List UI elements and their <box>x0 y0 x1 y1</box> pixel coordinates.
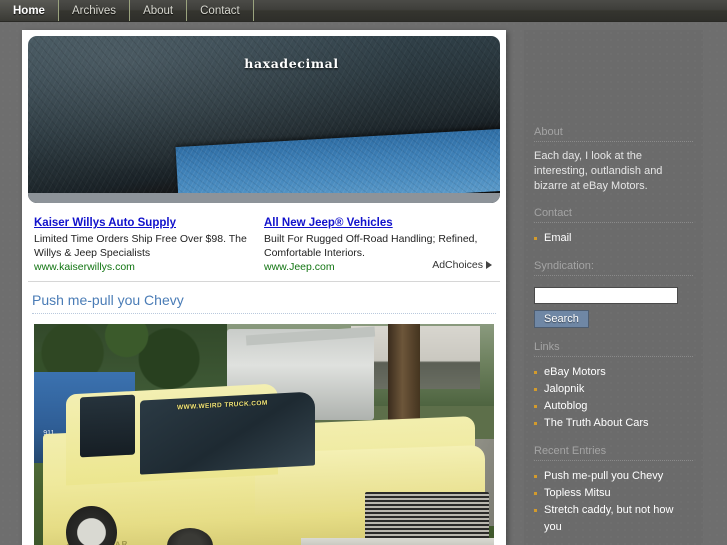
post-title-link[interactable]: Push me-pull you Chevy <box>32 292 496 314</box>
nav-filler <box>254 0 727 21</box>
nav-item-home-label: Home <box>13 4 45 17</box>
sidebar-link-autoblog[interactable]: Autoblog <box>534 398 693 415</box>
nav-item-about-label: About <box>143 4 174 17</box>
main-content-column: haxadecimal Kaiser Willys Auto Supply Li… <box>22 30 506 545</box>
sidebar-recent-entry-2[interactable]: Topless Mitsu <box>534 485 693 502</box>
post-photo: 911 WWW.WEIRD TRUCK.COM GRILL & BAR <box>34 324 494 545</box>
sidebar-link-ebay-motors[interactable]: eBay Motors <box>534 364 693 381</box>
site-banner-image: haxadecimal <box>28 36 500 203</box>
sidebar-heading-syndication: Syndication: <box>534 247 693 276</box>
sidebar-contact-item-email[interactable]: Email <box>534 230 693 247</box>
sidebar-contact-list: Email <box>534 230 693 247</box>
sidebar-link-jalopnik[interactable]: Jalopnik <box>534 381 693 398</box>
ad-title-2[interactable]: All New Jeep® Vehicles <box>264 216 484 231</box>
sidebar-heading-recent-entries: Recent Entries <box>534 432 693 461</box>
site-title: haxadecimal <box>244 56 339 71</box>
top-navigation-bar: Home Archives About Contact <box>0 0 727 22</box>
nav-item-about[interactable]: About <box>130 0 188 21</box>
sidebar-about-text: Each day, I look at the interesting, out… <box>534 150 663 192</box>
ad-url-1[interactable]: www.kaiserwillys.com <box>34 261 254 273</box>
ad-description-1: Limited Time Orders Ship Free Over $98. … <box>34 233 247 259</box>
sidebar-recent-entry-1[interactable]: Push me-pull you Chevy <box>534 468 693 485</box>
sidebar: About Each day, I look at the interestin… <box>524 30 703 545</box>
photo-side-window <box>80 394 136 458</box>
nav-item-home[interactable]: Home <box>0 0 59 21</box>
adchoices-label: AdChoices <box>432 259 483 271</box>
sidebar-link-truth-about-cars[interactable]: The Truth About Cars <box>534 415 693 432</box>
adchoices-triangle-icon <box>486 261 492 269</box>
ad-title-1[interactable]: Kaiser Willys Auto Supply <box>34 216 254 231</box>
ad-description-2: Built For Rugged Off-Road Handling; Refi… <box>264 233 478 259</box>
nav-item-contact[interactable]: Contact <box>187 0 254 21</box>
sidebar-recent-entries-list: Push me-pull you Chevy Topless Mitsu Str… <box>534 468 693 536</box>
sidebar-links-list: eBay Motors Jalopnik Autoblog The Truth … <box>534 364 693 432</box>
search-button[interactable]: Search <box>534 310 589 328</box>
banner-bottom-strip <box>28 193 500 203</box>
sidebar-heading-contact: Contact <box>534 194 693 223</box>
sidebar-heading-about: About <box>534 30 693 142</box>
adchoices-button[interactable]: AdChoices <box>432 259 492 271</box>
advertisement-block: Kaiser Willys Auto Supply Limited Time O… <box>28 212 500 282</box>
nav-item-archives-label: Archives <box>71 4 117 17</box>
ad-slot-1: Kaiser Willys Auto Supply Limited Time O… <box>34 216 264 273</box>
sidebar-heading-links: Links <box>534 328 693 357</box>
nav-item-contact-label: Contact <box>200 4 240 17</box>
photo-bumper <box>300 537 494 545</box>
search-input[interactable] <box>534 287 678 304</box>
nav-item-archives[interactable]: Archives <box>59 0 131 21</box>
sidebar-recent-entry-3[interactable]: Stretch caddy, but not how you <box>534 502 693 536</box>
